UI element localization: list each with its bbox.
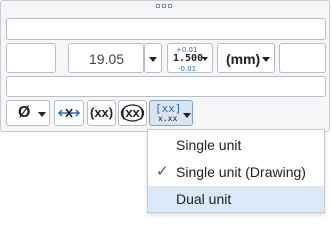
units-value: (mm) (226, 51, 261, 67)
dimension-value-field[interactable]: 19.05 (68, 43, 144, 73)
tolerance-nominal: 1.500 (173, 53, 204, 64)
dimension-direction-button[interactable] (54, 100, 84, 126)
menu-item-label: Single unit (Drawing) (176, 164, 306, 180)
precision-dropdown[interactable] (144, 43, 162, 73)
prefix-text-field[interactable] (6, 18, 326, 40)
drag-handle[interactable] (156, 4, 172, 8)
tolerance-type-button[interactable]: +0.01 1.500 -0.01 (167, 43, 213, 73)
menu-item-label: Dual unit (176, 191, 232, 207)
chevron-down-icon (262, 57, 270, 62)
chevron-down-icon (149, 57, 157, 62)
suffix-text-field[interactable] (6, 76, 326, 97)
menu-item-single-unit[interactable]: Single unit (148, 132, 324, 158)
dual-unit-menu: Single unit ✓ Single unit (Drawing) Dual… (147, 129, 325, 213)
chevron-down-icon (38, 112, 46, 117)
grip-dot (162, 4, 166, 8)
dual-unit-dropdown[interactable]: [xx] x.xx (149, 100, 193, 126)
units-dropdown[interactable]: (mm) (217, 43, 275, 73)
dimension-properties-panel: 19.05 +0.01 1.500 -0.01 (mm) Ø (xx) (xx)… (0, 0, 330, 132)
diameter-icon: Ø (18, 104, 31, 121)
reference-dimension-label: (xx) (121, 105, 145, 120)
before-text-field[interactable] (6, 43, 56, 73)
basic-dimension-button[interactable]: (xx) (87, 100, 116, 126)
menu-item-label: Single unit (176, 137, 242, 153)
basic-dimension-icon: (xx) (90, 105, 114, 120)
chevron-down-icon (183, 113, 191, 118)
menu-item-dual-unit[interactable]: Dual unit (148, 186, 324, 212)
menu-item-single-unit-drawing[interactable]: ✓ Single unit (Drawing) (148, 159, 324, 185)
tolerance-minus: -0.01 (178, 65, 197, 73)
chevron-down-icon (202, 57, 208, 61)
dimension-value: 19.05 (89, 51, 125, 67)
diameter-symbol-dropdown[interactable]: Ø (6, 100, 50, 126)
reference-dimension-button[interactable]: (xx) (118, 100, 147, 126)
horizontal-dimension-icon (57, 108, 81, 118)
grip-dot (156, 4, 160, 8)
check-icon: ✓ (156, 163, 169, 180)
dual-unit-bottom-label: x.xx (158, 114, 178, 123)
after-text-field[interactable] (279, 43, 326, 73)
grip-dot (168, 4, 172, 8)
